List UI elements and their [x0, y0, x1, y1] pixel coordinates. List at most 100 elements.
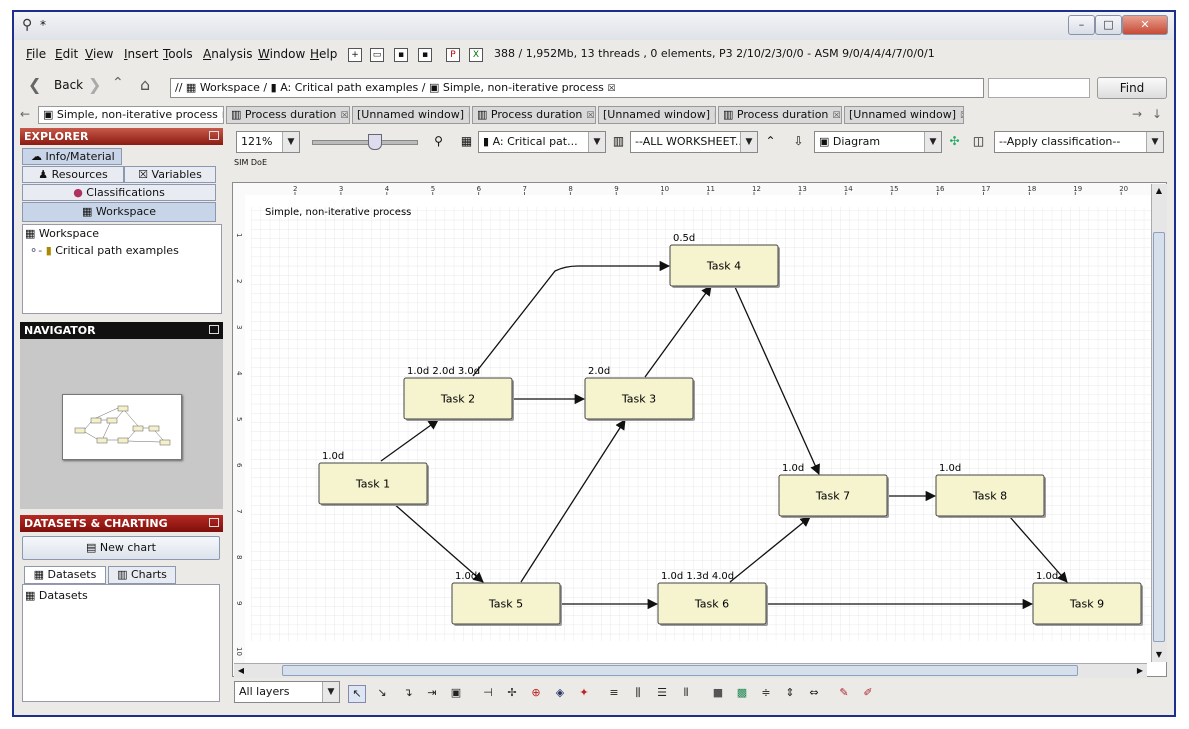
zoom-select[interactable]: 121% ▼ [236, 131, 300, 153]
delete-node-icon[interactable]: ↘ [374, 685, 390, 701]
vertical-scroll-thumb[interactable] [1153, 232, 1165, 642]
join-icon[interactable]: ⊕ [528, 685, 544, 701]
menu-view[interactable]: View [85, 47, 113, 61]
scroll-right-icon[interactable]: ▶ [1133, 664, 1147, 678]
horizontal-scroll-thumb[interactable] [282, 665, 1078, 676]
fill-icon[interactable]: ✐ [860, 685, 876, 701]
center-align-icon[interactable]: ≑ [758, 685, 774, 701]
close-button[interactable]: ✕ [1122, 15, 1168, 35]
tab-resources[interactable]: ♟ Resources [22, 166, 124, 183]
pdf-icon[interactable]: P [446, 48, 460, 62]
layout-icon[interactable]: ✣ [946, 133, 963, 150]
tab-variables[interactable]: ☒ Variables [124, 166, 216, 183]
paint-icon[interactable]: ✎ [836, 685, 852, 701]
tab-unnamed-3[interactable]: [Unnamed window]☒ [844, 106, 964, 124]
view-select[interactable]: ▣ Diagram ▼ [814, 131, 942, 153]
menu-insert[interactable]: Insert [124, 47, 158, 61]
panel-menu-icon[interactable] [209, 518, 219, 527]
tab-close-icon[interactable]: ☒ [586, 111, 594, 121]
menu-analysis[interactable]: Analysis [203, 47, 252, 61]
tab-process-duration-1[interactable]: ▥ Process duration ☒ [226, 106, 350, 124]
select-pointer-icon[interactable]: ↖ [348, 685, 366, 703]
rectangle-icon[interactable]: ■ [710, 685, 726, 701]
diagram-canvas[interactable]: 2 3 4 5 6 7 8 9 10 11 12 13 14 15 16 17 18 19 20 123456789… [232, 182, 1167, 677]
tab-datasets[interactable]: ▦ Datasets [24, 566, 106, 584]
tab-workspace[interactable]: ▦ Workspace [22, 202, 216, 222]
tab-process-duration-2[interactable]: ▥ Process duration ☒ [472, 106, 596, 124]
tab-close-icon[interactable]: ☒ [714, 111, 715, 121]
tab-info-material[interactable]: ☁ Info/Material [22, 148, 122, 165]
menu-file[interactable]: File [26, 47, 46, 61]
classification-select[interactable]: --Apply classification-- ▼ [994, 131, 1164, 153]
model-select[interactable]: ▮ A: Critical pat... ▼ [478, 131, 606, 153]
diagram-minimap[interactable] [62, 394, 182, 460]
new-doc-icon[interactable]: + [348, 48, 362, 62]
magnifier-icon[interactable]: ⚲ [430, 133, 447, 150]
maximize-button[interactable]: □ [1095, 15, 1122, 35]
link-icon[interactable]: ⇥ [424, 685, 440, 701]
tab-simple-process[interactable]: ▣ Simple, non-iterative process ☒ [38, 106, 224, 124]
worksheet-select[interactable]: --ALL WORKSHEET... ▼ [630, 131, 758, 153]
tree-item-workspace[interactable]: ▦ Workspace [25, 227, 99, 240]
tabs-scroll-right-icon[interactable]: → [1132, 107, 1142, 121]
scroll-left-icon[interactable]: ◀ [234, 664, 248, 678]
excel-icon[interactable]: X [469, 48, 483, 62]
collapse-icon[interactable]: ⌃ [762, 133, 779, 150]
tree-item-critical-path[interactable]: ⚬- ▮ Critical path examples [29, 244, 179, 257]
tab-unnamed-2[interactable]: [Unnamed window]☒ [598, 106, 716, 124]
connect-icon[interactable]: ↴ [400, 685, 416, 701]
scroll-up-icon[interactable]: ▲ [1152, 184, 1166, 198]
vertical-space-icon[interactable]: ⇕ [782, 685, 798, 701]
align-columns-icon[interactable]: ⫼ [630, 685, 646, 701]
tab-close-icon[interactable]: ☒ [832, 111, 840, 121]
horizontal-space-icon[interactable]: ⇔ [806, 685, 822, 701]
decision-icon[interactable]: ⊣ [480, 685, 496, 701]
workspace-grid-icon[interactable]: ▦ [458, 133, 475, 150]
tab-close-icon[interactable]: ☒ [222, 111, 223, 121]
save-all-icon[interactable]: ▪ [418, 48, 432, 62]
new-chart-button[interactable]: ▤ New chart [22, 536, 220, 560]
open-folder-icon[interactable]: ▭ [370, 48, 384, 62]
menu-edit[interactable]: Edit [55, 47, 78, 61]
back-arrow-icon[interactable]: ❮ [28, 75, 41, 94]
panel-menu-icon[interactable] [209, 325, 219, 334]
breadcrumb-model[interactable]: A: Critical path examples / [280, 81, 425, 94]
menu-help[interactable]: Help [310, 47, 337, 61]
tab-classifications[interactable]: ● Classifications [22, 184, 216, 201]
menu-window[interactable]: Window [258, 47, 305, 61]
close-crumb-icon[interactable]: ☒ [607, 84, 615, 94]
breadcrumb-diagram[interactable]: Simple, non-iterative process [443, 81, 604, 94]
find-button[interactable]: Find [1097, 77, 1167, 99]
tab-close-icon[interactable]: ☒ [960, 111, 963, 121]
tab-close-icon[interactable]: ☒ [468, 111, 469, 121]
tab-charts[interactable]: ▥ Charts [108, 566, 176, 584]
home-icon[interactable]: ⌂ [140, 75, 150, 94]
tab-unnamed-1[interactable]: [Unnamed window]☒ [352, 106, 470, 124]
forward-arrow-icon[interactable]: ❯ [88, 75, 101, 94]
zoom-slider-track[interactable] [312, 140, 418, 145]
save-icon[interactable]: ▪ [394, 48, 408, 62]
menu-tools[interactable]: Tools [163, 47, 193, 61]
up-icon[interactable]: ⌃ [112, 75, 124, 91]
distribute-icon[interactable]: ⫴ [678, 685, 694, 701]
list-icon[interactable]: ☰ [654, 685, 670, 701]
horizontal-scrollbar[interactable]: ◀ ▶ [234, 663, 1147, 678]
tabs-list-icon[interactable]: ↓ [1152, 107, 1162, 121]
breadcrumb-workspace[interactable]: Workspace / [200, 81, 267, 94]
scroll-down-icon[interactable]: ▼ [1152, 648, 1166, 662]
datasets-root-item[interactable]: ▦ Datasets [25, 589, 88, 602]
milestone-icon[interactable]: ✦ [576, 685, 592, 701]
diagram-svg[interactable]: 2 3 4 5 6 7 8 9 10 11 12 13 14 15 16 17 18 19 20 123456789… [233, 183, 1167, 677]
back-button[interactable]: Back [54, 78, 83, 92]
tabs-scroll-left-icon[interactable]: ← [20, 107, 30, 121]
tab-close-icon[interactable]: ☒ [340, 111, 348, 121]
panel-menu-icon[interactable] [209, 131, 219, 140]
fork-icon[interactable]: ✢ [504, 685, 520, 701]
zoom-slider-thumb[interactable] [368, 134, 382, 150]
tab-process-duration-3[interactable]: ▥ Process duration ☒ [718, 106, 842, 124]
classification-toggle-icon[interactable]: ◫ [970, 133, 987, 150]
minimize-button[interactable]: – [1068, 15, 1095, 35]
tree-handle-icon[interactable]: ⚬- [29, 244, 46, 257]
find-input[interactable] [988, 78, 1090, 98]
vertical-scrollbar[interactable]: ▲ ▼ [1151, 184, 1167, 662]
